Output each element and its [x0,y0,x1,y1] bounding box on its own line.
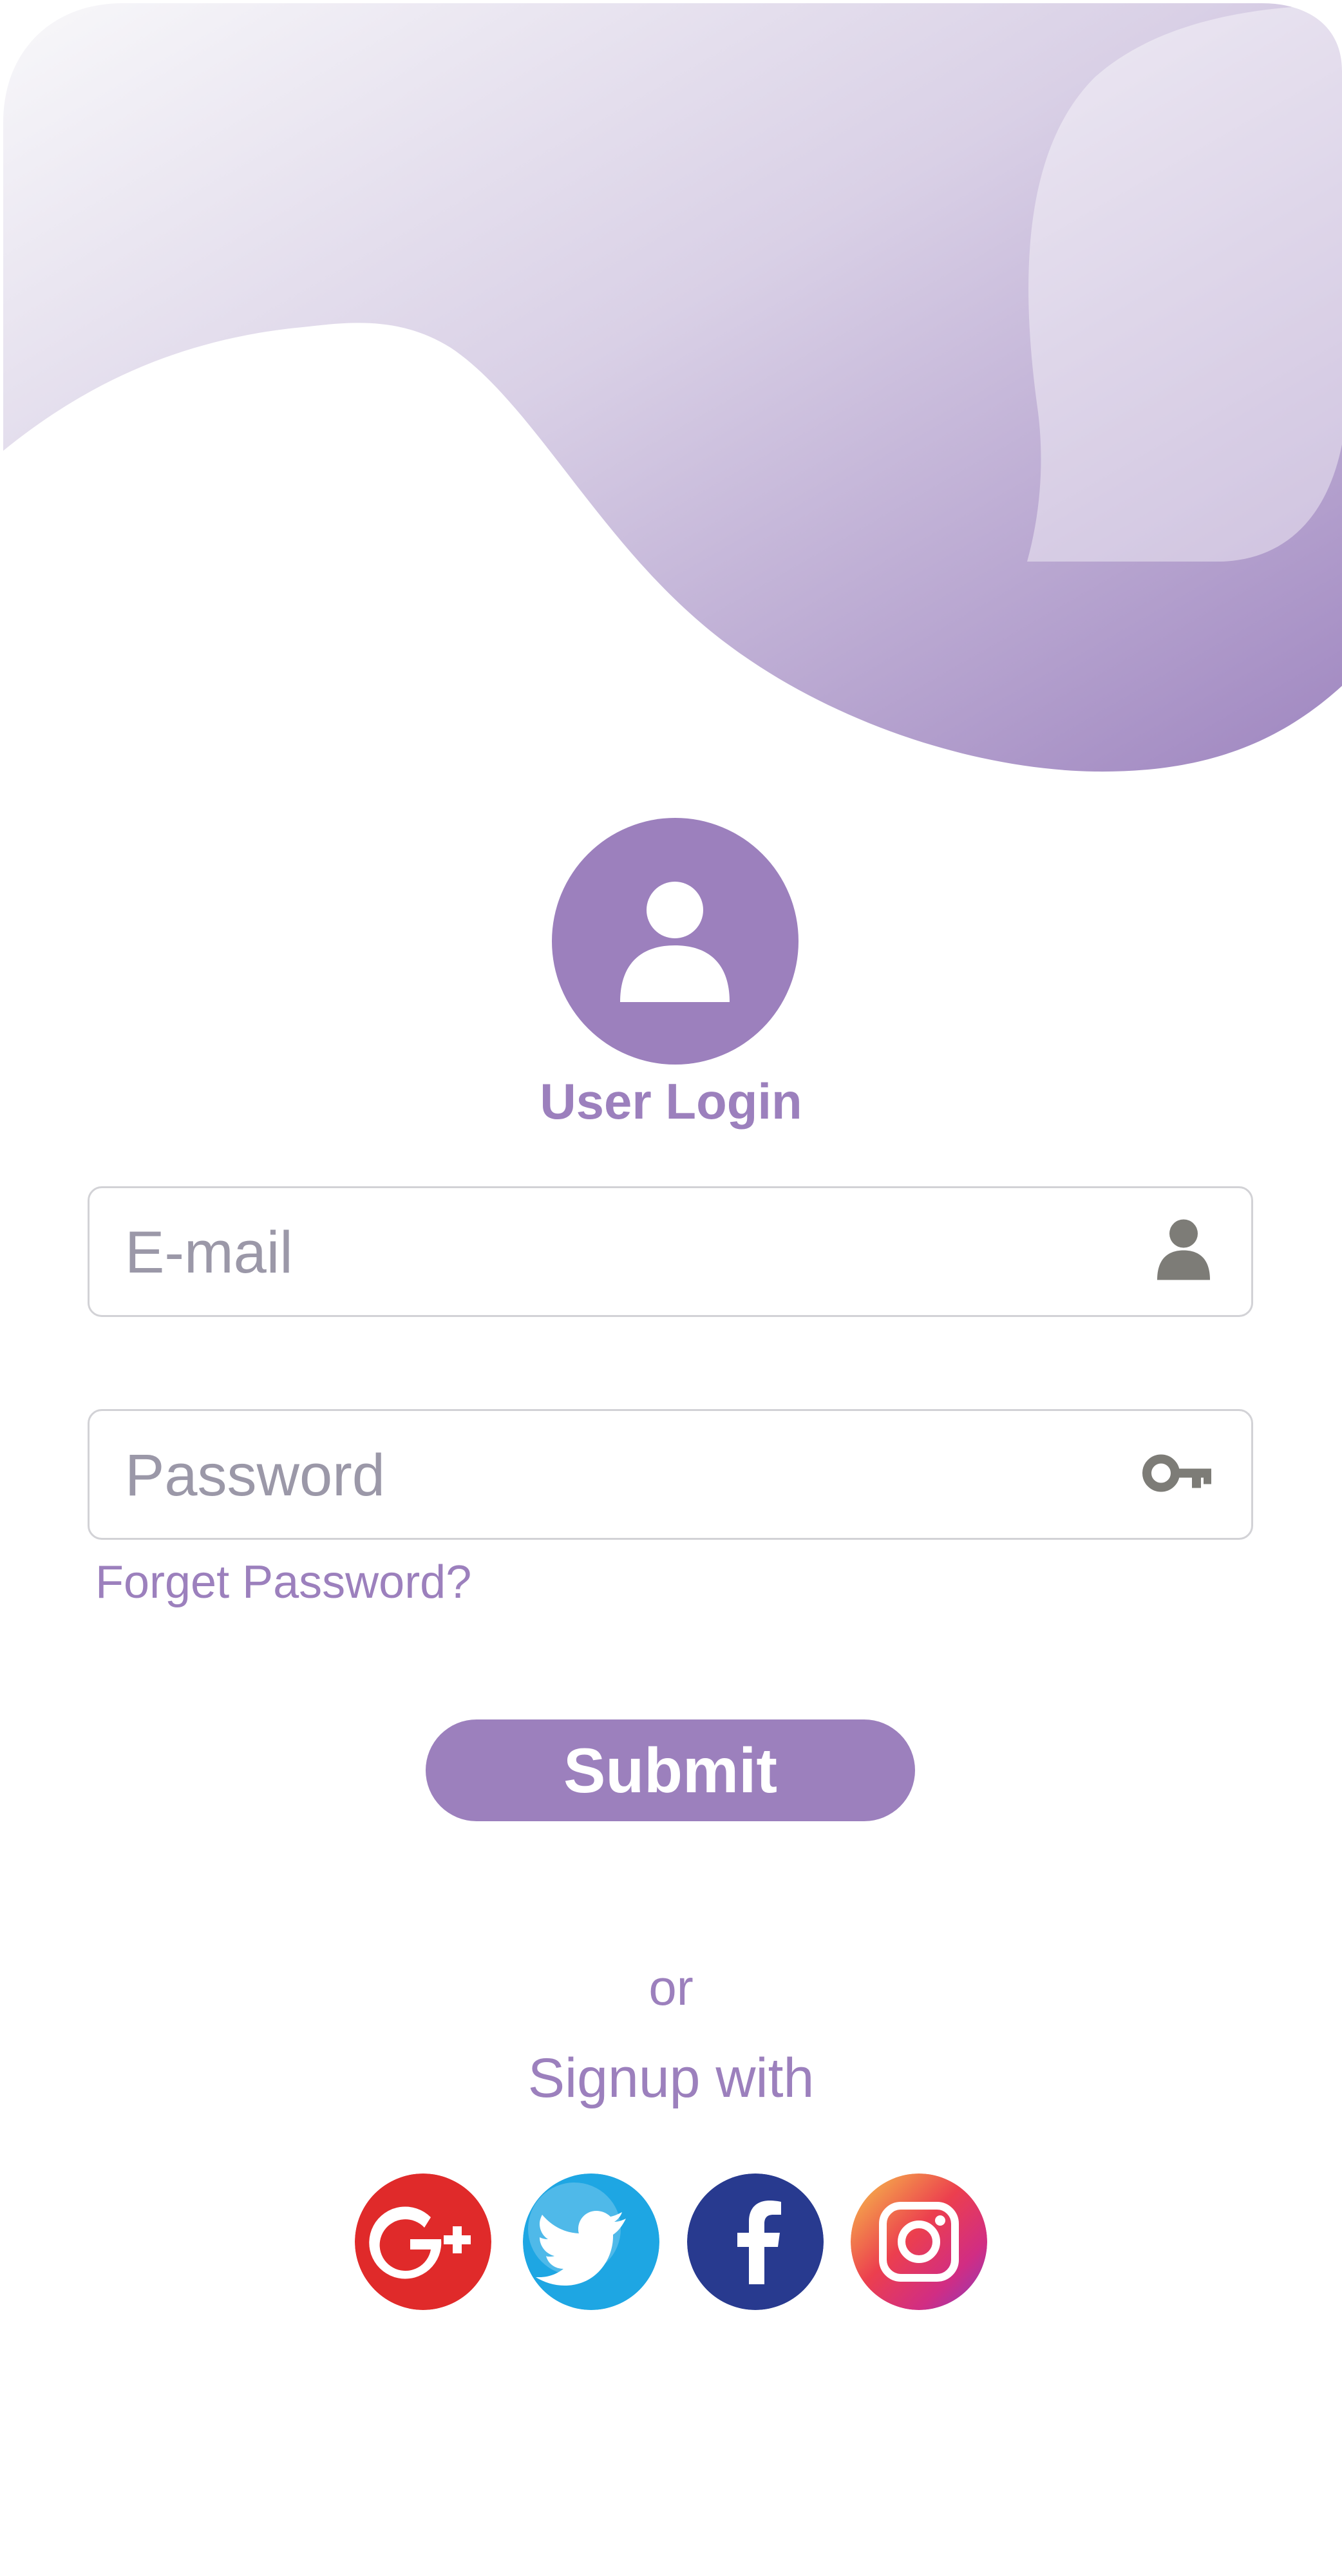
password-input[interactable] [125,1437,1091,1514]
facebook-button[interactable] [687,2174,824,2310]
key-icon [1142,1452,1213,1497]
instagram-icon [851,2174,987,2310]
signup-with-text: Signup with [527,2047,815,2109]
user-avatar [552,818,799,1065]
page-title: User Login [540,1073,802,1130]
submit-button[interactable]: Submit [426,1719,915,1821]
google-plus-icon [355,2174,491,2310]
twitter-icon [523,2174,659,2310]
or-divider-text: or [648,1959,694,2016]
person-icon [1155,1218,1213,1285]
instagram-button[interactable] [851,2174,987,2310]
twitter-button[interactable] [523,2174,659,2310]
password-field-container[interactable] [88,1409,1253,1540]
email-input[interactable] [125,1214,1091,1291]
user-icon [620,882,730,1002]
facebook-icon [687,2174,824,2310]
google-plus-button[interactable] [355,2174,491,2310]
forgot-password-link[interactable]: Forget Password? [95,1553,471,1611]
header-wave-background [0,0,1342,786]
email-field-container[interactable] [88,1186,1253,1317]
